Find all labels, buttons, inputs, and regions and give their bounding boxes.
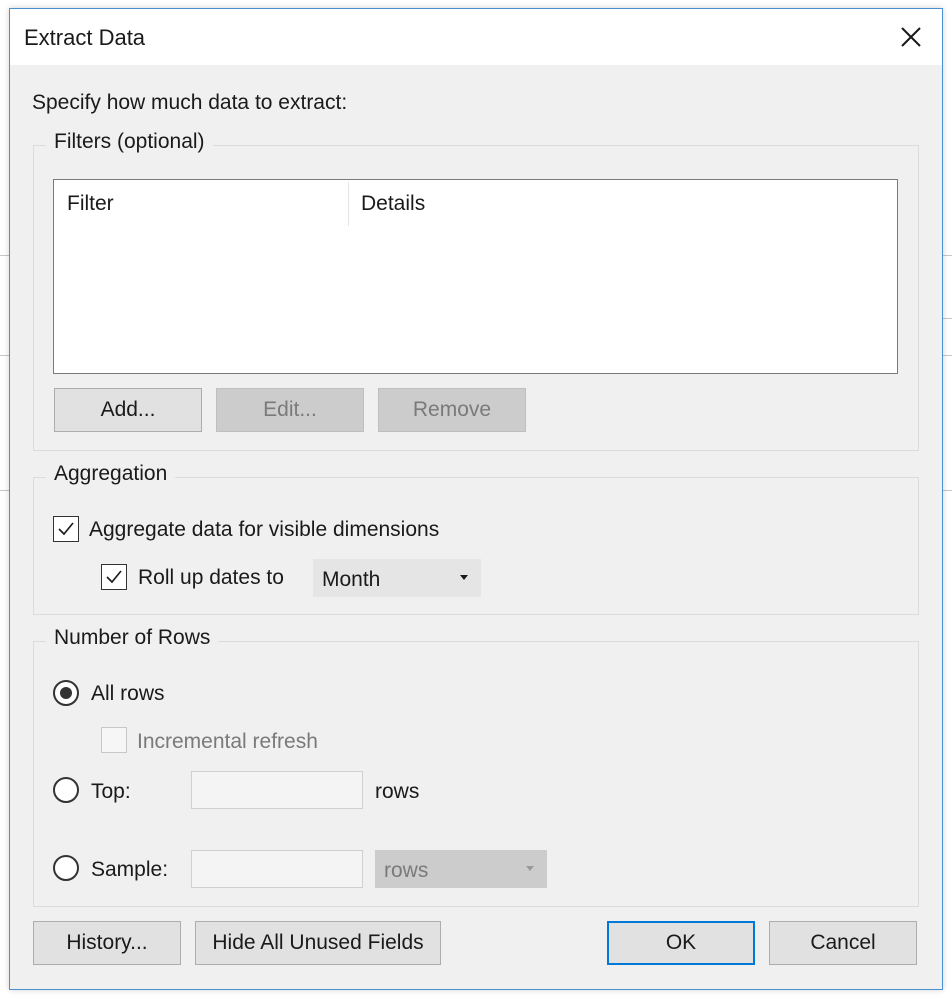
background-line [0,355,9,356]
cancel-button[interactable]: Cancel [769,921,917,965]
all-rows-label[interactable]: All rows [91,682,165,706]
aggregate-checkbox[interactable] [53,516,79,542]
ok-button[interactable]: OK [607,921,755,965]
close-button[interactable] [894,20,928,54]
top-rows-radio[interactable] [53,777,79,803]
number-of-rows-group-label: Number of Rows [46,626,219,650]
filters-group: Filters (optional) Filter Details Add...… [33,130,919,451]
aggregate-label[interactable]: Aggregate data for visible dimensions [89,518,439,542]
dropdown-arrow-icon [460,575,468,580]
number-of-rows-group: Number of Rows All rows Incremental refr… [33,626,919,907]
title-bar: Extract Data [10,9,942,65]
column-header-details[interactable]: Details [361,192,425,216]
incremental-refresh-label[interactable]: Incremental refresh [137,730,318,754]
rollup-dates-checkbox[interactable] [101,564,127,590]
column-header-filter[interactable]: Filter [67,192,114,216]
top-rows-unit: rows [375,780,420,803]
sample-rows-input[interactable] [191,850,363,888]
aggregation-group-label: Aggregation [46,462,176,486]
filters-group-label: Filters (optional) [46,130,213,154]
sample-rows-radio[interactable] [53,855,79,881]
dropdown-arrow-icon [526,866,534,871]
dialog-title: Extract Data [24,25,146,50]
extract-data-dialog: Extract Data Specify how much data to ex… [9,8,943,990]
filters-list[interactable]: Filter Details [53,179,898,374]
background-line [943,255,952,256]
incremental-refresh-checkbox[interactable] [101,727,127,753]
rollup-dates-select[interactable]: Month [313,559,481,597]
top-rows-label[interactable]: Top: [91,780,131,804]
checkmark-icon [58,522,74,536]
background-line [0,490,9,491]
all-rows-radio[interactable] [53,680,79,706]
edit-filter-button[interactable]: Edit... [216,388,364,432]
hide-unused-fields-button[interactable]: Hide All Unused Fields [195,921,441,965]
sample-unit-value: rows [384,859,429,882]
top-rows-input[interactable] [191,771,363,809]
checkmark-icon [106,570,122,584]
add-filter-button[interactable]: Add... [54,388,202,432]
remove-filter-button[interactable]: Remove [378,388,526,432]
background-line [943,490,952,491]
column-separator[interactable] [348,182,349,226]
background-line [0,255,9,256]
sample-rows-label[interactable]: Sample: [91,858,168,882]
background-line [943,355,952,356]
aggregation-group: Aggregation Aggregate data for visible d… [33,462,919,615]
background-line [943,318,952,319]
radio-selected-dot [60,687,72,699]
sample-unit-select[interactable]: rows [375,850,547,888]
dialog-prompt: Specify how much data to extract: [32,91,348,114]
rollup-dates-label[interactable]: Roll up dates to [138,566,284,590]
history-button[interactable]: History... [33,921,181,965]
rollup-dates-value: Month [322,568,381,591]
close-icon [901,27,921,47]
